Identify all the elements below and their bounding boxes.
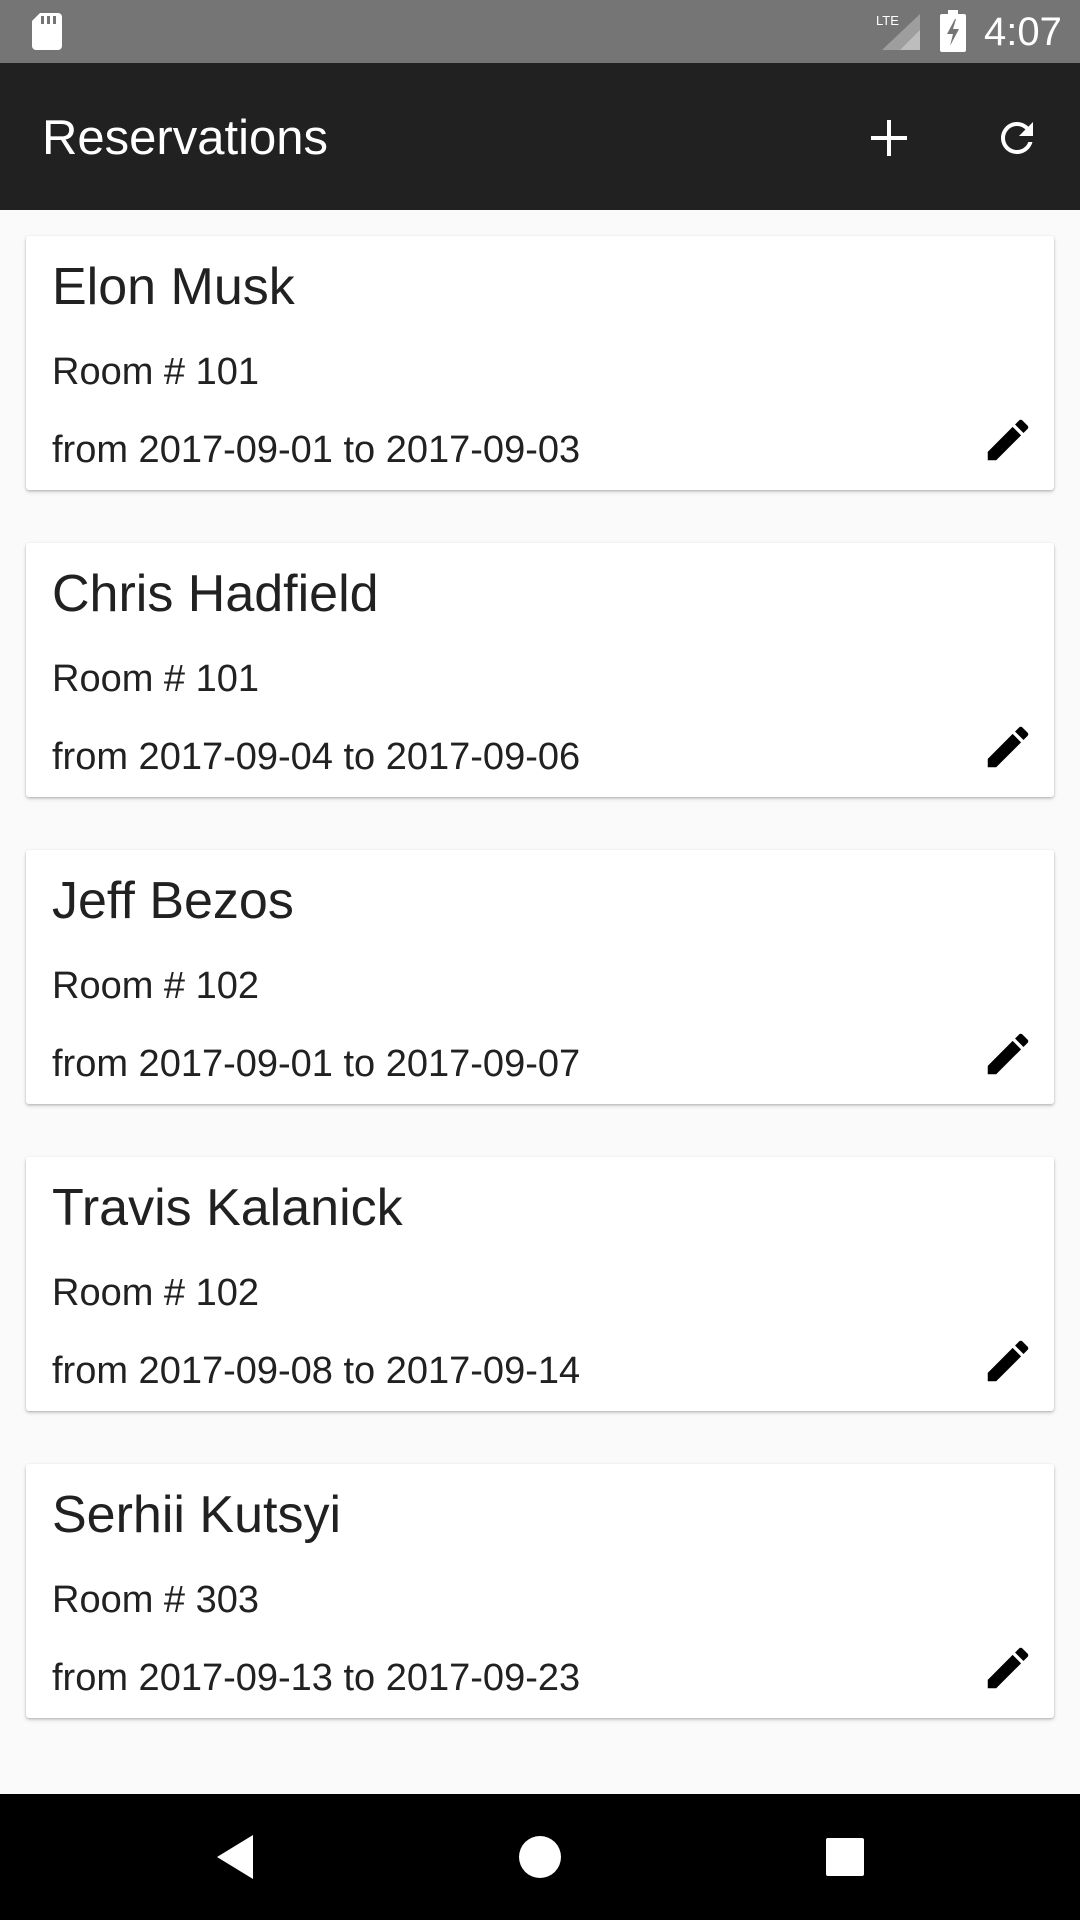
guest-name: Travis Kalanick: [52, 1179, 403, 1237]
navigation-bar: [0, 1794, 1080, 1920]
reservation-card[interactable]: Serhii Kutsyi Room # 303 from 2017-09-13…: [26, 1464, 1054, 1718]
date-range: from 2017-09-01 to 2017-09-07: [52, 1043, 581, 1085]
network-label: LTE: [876, 13, 899, 28]
guest-name: Elon Musk: [52, 258, 295, 316]
refresh-icon: [1001, 122, 1033, 154]
refresh-button[interactable]: [982, 103, 1052, 173]
app-bar: Reservations: [0, 63, 1080, 210]
pencil-icon: [987, 726, 1029, 768]
guest-name: Jeff Bezos: [52, 872, 294, 930]
guest-name: Chris Hadfield: [52, 565, 379, 623]
page-title: Reservations: [42, 111, 328, 165]
back-button[interactable]: [200, 1822, 270, 1892]
pencil-icon: [987, 419, 1029, 461]
room-number: Room # 101: [52, 658, 260, 700]
room-number: Room # 303: [52, 1579, 260, 1621]
edit-button[interactable]: [978, 1024, 1038, 1084]
guest-name: Serhii Kutsyi: [52, 1486, 341, 1544]
plus-icon: [871, 120, 907, 156]
date-range: from 2017-09-13 to 2017-09-23: [52, 1657, 581, 1699]
date-range: from 2017-09-08 to 2017-09-14: [52, 1350, 581, 1392]
pencil-icon: [987, 1340, 1029, 1382]
edit-button[interactable]: [978, 1331, 1038, 1391]
sd-card-icon: [32, 13, 62, 50]
room-number: Room # 101: [52, 351, 260, 393]
signal-icon: LTE: [876, 13, 920, 50]
date-range: from 2017-09-01 to 2017-09-03: [52, 429, 581, 471]
edit-button[interactable]: [978, 410, 1038, 470]
reservation-card[interactable]: Elon Musk Room # 101 from 2017-09-01 to …: [26, 236, 1054, 490]
battery-charging-icon: [940, 10, 966, 52]
add-reservation-button[interactable]: [854, 103, 924, 173]
room-number: Room # 102: [52, 1272, 260, 1314]
back-icon: [217, 1835, 253, 1879]
date-range: from 2017-09-04 to 2017-09-06: [52, 736, 581, 778]
status-time: 4:07: [984, 10, 1062, 54]
pencil-icon: [987, 1033, 1029, 1075]
recents-icon: [826, 1838, 864, 1876]
recents-button[interactable]: [810, 1822, 880, 1892]
room-number: Room # 102: [52, 965, 260, 1007]
edit-button[interactable]: [978, 717, 1038, 777]
reservation-card[interactable]: Jeff Bezos Room # 102 from 2017-09-01 to…: [26, 850, 1054, 1104]
edit-button[interactable]: [978, 1638, 1038, 1698]
home-button[interactable]: [505, 1822, 575, 1892]
status-bar: LTE 4:07: [0, 0, 1080, 63]
pencil-icon: [987, 1647, 1029, 1689]
reservation-card[interactable]: Travis Kalanick Room # 102 from 2017-09-…: [26, 1157, 1054, 1411]
reservation-card[interactable]: Chris Hadfield Room # 101 from 2017-09-0…: [26, 543, 1054, 797]
home-icon: [519, 1836, 561, 1878]
